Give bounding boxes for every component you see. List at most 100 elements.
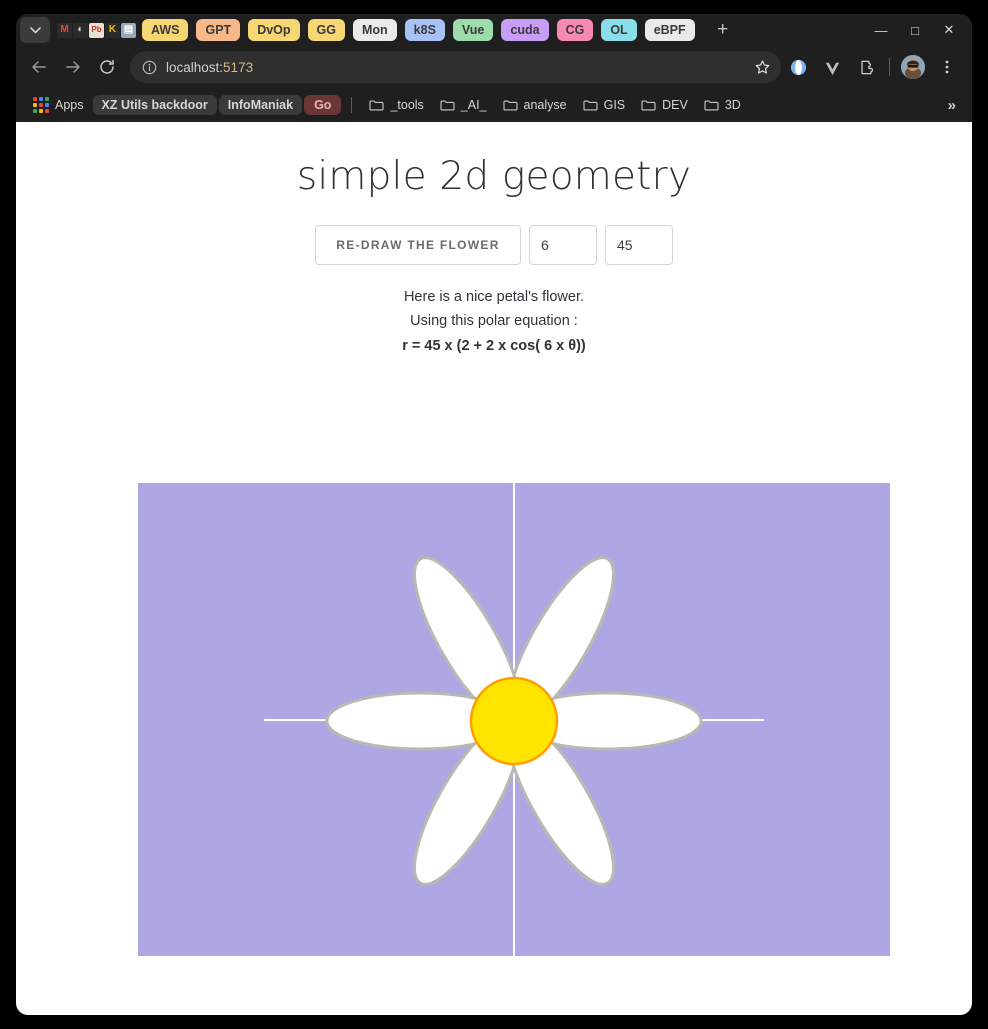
description-line-2: Using this polar equation :	[410, 313, 578, 329]
bookmark-label: Apps	[55, 98, 84, 112]
bookmark-folder-tools[interactable]: _tools	[362, 94, 430, 116]
bookmark-label: analyse	[523, 98, 567, 112]
window-controls: — □ ✕	[864, 15, 966, 45]
close-button[interactable]: ✕	[932, 15, 966, 45]
bookmark-infomaniak[interactable]: InfoManiak	[218, 95, 303, 115]
tab-search-dropdown-icon[interactable]	[20, 17, 50, 43]
bookmark-xz-utils-backdoor[interactable]: XZ Utils backdoor	[92, 95, 217, 115]
plus-icon: +	[717, 19, 729, 40]
flower-svg	[138, 483, 890, 956]
redraw-flower-button[interactable]: RE-DRAW THE FLOWER	[315, 225, 521, 265]
gmail-favicon[interactable]: M	[57, 22, 72, 38]
bookmark-label: _tools	[390, 98, 424, 112]
toolbar-extension-icons	[781, 50, 964, 84]
bookmarks-bar: Apps XZ Utils backdoor InfoManiak Go _to…	[16, 88, 972, 122]
pinned-tab-gg[interactable]: GG	[307, 19, 345, 41]
pinned-tab-label: GPT	[205, 23, 232, 37]
bookmark-folder-gis[interactable]: GIS	[576, 94, 633, 116]
pinned-tab-label: DvOp	[257, 23, 291, 37]
folder-icon	[369, 99, 384, 111]
pinned-tab-aws[interactable]: AWS	[142, 19, 189, 41]
reload-button[interactable]	[90, 50, 124, 84]
url-text[interactable]: localhost:5173	[166, 60, 747, 75]
pinned-tab-label: OL	[610, 23, 628, 37]
petal-count-value: 6	[541, 237, 549, 253]
opera-extension-icon[interactable]	[781, 50, 815, 84]
doc-favicon[interactable]: ▤	[121, 22, 136, 38]
redraw-button-label: RE-DRAW THE FLOWER	[336, 238, 500, 252]
bookmark-star-icon[interactable]	[747, 52, 777, 82]
pinned-tab-label: Mon	[361, 23, 388, 37]
globe-favicon[interactable]: ◐	[73, 22, 88, 38]
minimize-button[interactable]: —	[864, 15, 898, 45]
bookmark-label: GIS	[603, 98, 626, 112]
pinned-tab-label: eBPF	[653, 23, 686, 37]
pinned-tab-gpt[interactable]: GPT	[196, 19, 241, 41]
address-bar[interactable]: localhost:5173	[130, 51, 781, 83]
folder-icon	[583, 99, 598, 111]
close-icon: ✕	[943, 22, 955, 37]
url-host: localhost:	[166, 59, 224, 75]
pinned-tab-mon[interactable]: Mon	[352, 19, 397, 41]
pinned-tab-cuda[interactable]: cuda	[501, 19, 549, 41]
controls-row: RE-DRAW THE FLOWER 6 45	[16, 225, 972, 265]
browser-toolbar: localhost:5173	[16, 46, 972, 88]
bookmark-go[interactable]: Go	[304, 95, 342, 115]
description-block: Here is a nice petal's flower. Using thi…	[16, 285, 972, 358]
site-info-icon[interactable]	[138, 56, 160, 78]
folder-icon	[502, 99, 518, 111]
toolbar-divider	[889, 58, 890, 76]
pinned-tab-label: Vue	[461, 23, 485, 37]
bookmark-label: InfoManiak	[227, 98, 294, 112]
maximize-button[interactable]: □	[898, 15, 932, 45]
page-title: simple 2d geometry	[296, 154, 692, 199]
maximize-icon: □	[911, 22, 919, 38]
pinned-tabs: AWS GPT DvOp GG Mon k8S Vue cuda CG OL e…	[142, 19, 695, 41]
vue-devtools-icon[interactable]	[815, 50, 849, 84]
back-button[interactable]	[22, 50, 56, 84]
photo-favicon[interactable]: Pb	[89, 22, 104, 38]
minimize-icon: —	[874, 22, 888, 38]
arrow-left-icon	[32, 61, 46, 73]
radius-input[interactable]: 45	[605, 225, 673, 265]
pinned-tab-label: cuda	[510, 23, 540, 37]
polar-equation: r = 45 x (2 + 2 x cos( 6 x θ))	[402, 338, 586, 354]
arrow-right-icon	[66, 61, 80, 73]
folder-icon	[440, 99, 455, 111]
double-chevron-icon: »	[947, 96, 956, 114]
pinned-tab-label: k8S	[413, 23, 436, 37]
new-tab-button[interactable]: +	[709, 17, 737, 43]
pinned-tab-cg[interactable]: CG	[556, 19, 594, 41]
kebab-menu-icon[interactable]	[930, 50, 964, 84]
bookmark-label: DEV	[662, 98, 688, 112]
pinned-tab-k8s[interactable]: k8S	[404, 19, 445, 41]
folder-icon	[704, 99, 719, 111]
bookmarks-overflow-button[interactable]: »	[940, 97, 964, 114]
bookmark-folder-dev[interactable]: DEV	[634, 94, 695, 116]
reload-icon	[100, 59, 114, 74]
forward-button[interactable]	[56, 50, 90, 84]
description-line-1: Here is a nice petal's flower.	[403, 289, 585, 305]
pinned-tab-ebpf[interactable]: eBPF	[644, 19, 695, 41]
avatar[interactable]	[896, 50, 930, 84]
bookmark-folder-3d[interactable]: 3D	[697, 94, 748, 116]
bookmark-label: XZ Utils backdoor	[101, 98, 208, 112]
bookmark-folder-ai[interactable]: _AI_	[433, 94, 494, 116]
extensions-puzzle-icon[interactable]	[849, 50, 883, 84]
bookmark-label: 3D	[724, 98, 741, 112]
folder-icon	[641, 99, 656, 111]
flower-canvas[interactable]	[138, 483, 890, 956]
flower-center-disc	[469, 676, 559, 766]
radius-value: 45	[617, 237, 633, 253]
bookmark-apps[interactable]: Apps	[26, 93, 91, 117]
tab-strip: M ◐ Pb K ▤ AWS GPT DvOp GG Mon k8S Vue c…	[16, 14, 972, 46]
pinned-tab-ol[interactable]: OL	[601, 19, 637, 41]
bookmark-label: _AI_	[460, 98, 487, 112]
pinned-tab-vue[interactable]: Vue	[452, 19, 494, 41]
petal-count-input[interactable]: 6	[529, 225, 597, 265]
avatar-image	[901, 55, 925, 79]
url-port: 5173	[223, 59, 254, 75]
bookmark-folder-analyse[interactable]: analyse	[496, 94, 574, 116]
k-favicon[interactable]: K	[105, 22, 120, 38]
pinned-tab-dvop[interactable]: DvOp	[248, 19, 300, 41]
